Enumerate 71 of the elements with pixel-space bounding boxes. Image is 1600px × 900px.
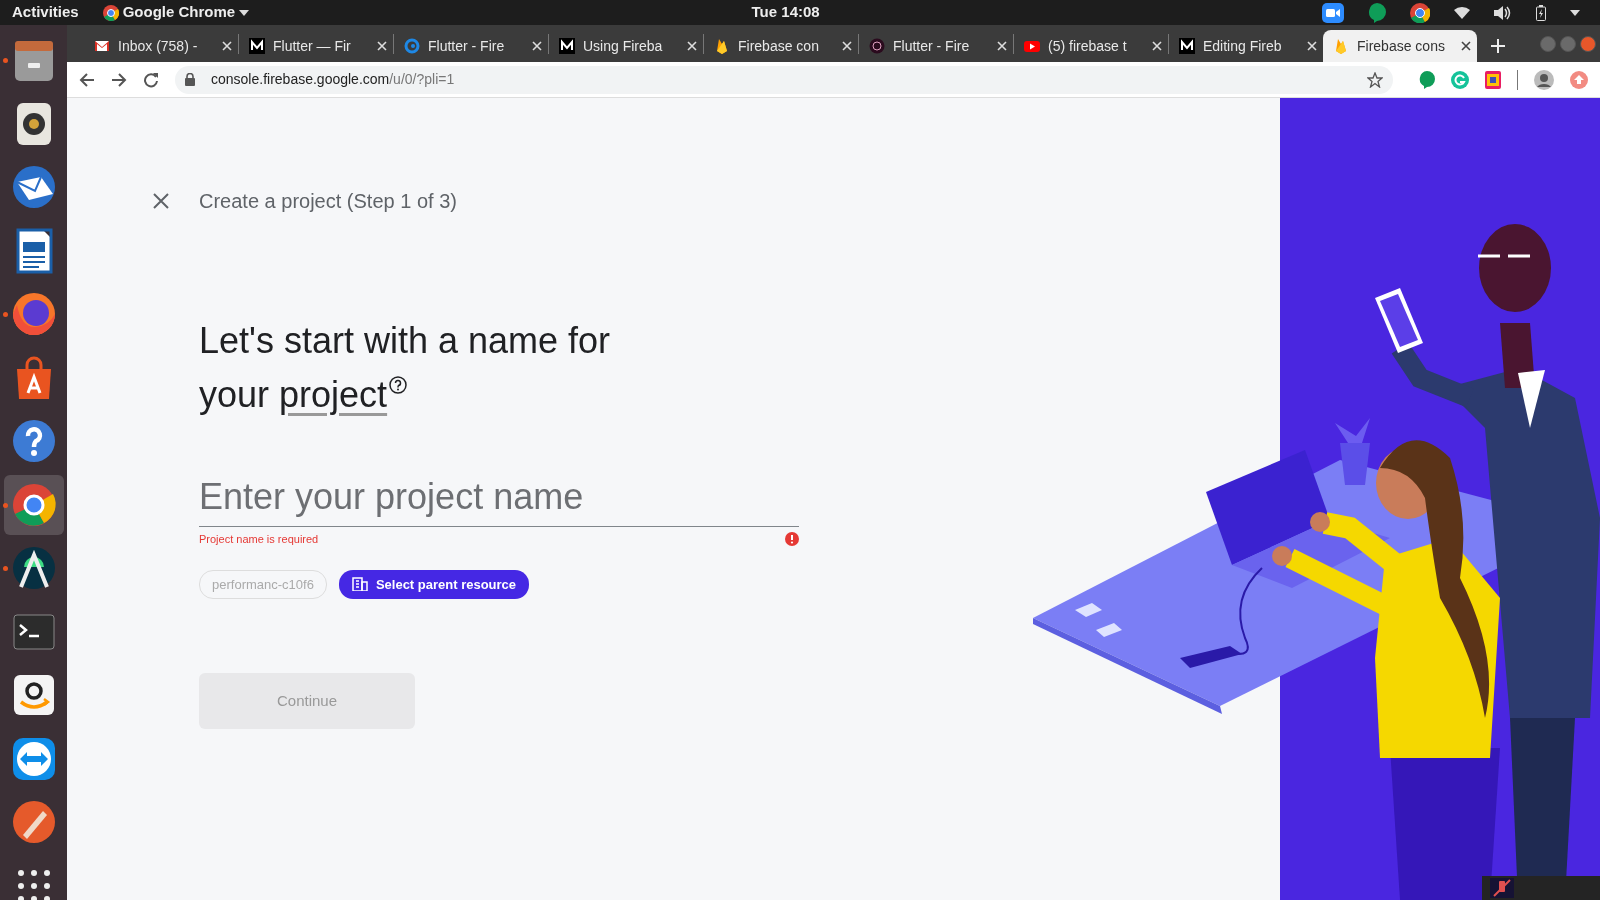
video-camera-icon[interactable]	[1322, 2, 1344, 23]
page-heading: Let's start with a name for your project	[199, 319, 612, 417]
close-icon	[997, 41, 1007, 51]
back-icon[interactable]	[79, 71, 95, 88]
browser-tab[interactable]: Firebase con	[704, 30, 858, 62]
mail-icon[interactable]	[11, 164, 57, 210]
close-icon	[687, 41, 697, 51]
browser-icon[interactable]	[11, 481, 57, 528]
reload-icon[interactable]	[143, 71, 159, 88]
building-icon	[351, 577, 368, 592]
close-window-button[interactable]	[1580, 35, 1596, 52]
new-tab-icon[interactable]	[1491, 39, 1505, 53]
browser-tab[interactable]: Firebase cons	[1323, 30, 1477, 62]
caret-icon	[239, 9, 250, 16]
browser-icon	[102, 4, 119, 21]
wifi-icon[interactable]	[1454, 6, 1470, 19]
play-icon	[1024, 38, 1040, 54]
close-icon	[1152, 41, 1162, 51]
close-icon	[377, 41, 387, 51]
envelope-icon	[94, 38, 110, 54]
close-icon	[222, 41, 232, 51]
url-text: console.firebase.google.com/u/0/?pli=1	[211, 70, 455, 89]
error-icon	[785, 532, 799, 547]
robot-icon[interactable]	[11, 545, 57, 591]
address-bar[interactable]: console.firebase.google.com/u/0/?pli=1	[175, 65, 1393, 94]
chat-bubble-icon[interactable]	[1419, 70, 1435, 89]
browser-tab[interactable]: Flutter — Fir	[239, 30, 393, 62]
forward-icon[interactable]	[111, 71, 127, 88]
close-icon	[532, 41, 542, 51]
pen-icon[interactable]	[11, 799, 57, 845]
project-id-chip: performanc-c10f6	[199, 569, 327, 599]
volume-icon[interactable]	[1494, 5, 1512, 20]
zigzag-icon	[249, 38, 265, 54]
battery-icon[interactable]	[1536, 4, 1546, 21]
circle-logo-icon	[869, 38, 885, 54]
lock-icon	[185, 73, 195, 86]
browser-tab[interactable]: Using Fireba	[549, 30, 703, 62]
zigzag-icon	[1179, 38, 1195, 54]
close-icon[interactable]	[153, 193, 169, 209]
browser-tab[interactable]: Flutter - Fire	[859, 30, 1013, 62]
star-icon[interactable]	[1367, 71, 1383, 88]
project-link[interactable]: project	[279, 374, 388, 415]
avatar-icon[interactable]	[1534, 69, 1554, 90]
browser-tab[interactable]: (5) firebase t	[1014, 30, 1168, 62]
extension-icon[interactable]	[1485, 70, 1501, 89]
help-icon[interactable]	[11, 418, 57, 464]
help-icon[interactable]	[389, 376, 408, 394]
project-name-field[interactable]: Enter your project name	[199, 470, 799, 527]
clock-text[interactable]: Tue 14:08	[751, 1, 820, 24]
close-icon	[1461, 41, 1471, 51]
flame-icon	[714, 38, 730, 54]
close-icon	[842, 41, 852, 51]
ring-icon	[404, 38, 420, 54]
error-text: Project name is required	[199, 532, 319, 547]
select-parent-button[interactable]: Select parent resource	[338, 569, 530, 599]
globe-icon[interactable]	[11, 291, 57, 337]
dock-item[interactable]	[4, 474, 64, 535]
caret-icon[interactable]	[1570, 9, 1580, 16]
app-menu-button[interactable]: Google Chrome	[122, 1, 236, 24]
muted-microphone-icon[interactable]	[1490, 878, 1514, 898]
flame-icon	[1333, 38, 1349, 54]
browser-tab[interactable]: Inbox (758) -	[84, 30, 238, 62]
browser-icon[interactable]	[1410, 2, 1430, 23]
browser-tab[interactable]: Editing Fireb	[1169, 30, 1323, 62]
activities-button[interactable]: Activities	[12, 1, 79, 24]
continue-button: Continue	[199, 673, 415, 729]
chat-bubble-icon[interactable]	[1368, 2, 1386, 23]
page-title: Create a project (Step 1 of 3)	[199, 189, 457, 214]
zigzag-icon	[559, 38, 575, 54]
browser-tab[interactable]: Flutter - Fire	[394, 30, 548, 62]
close-icon	[1307, 41, 1317, 51]
